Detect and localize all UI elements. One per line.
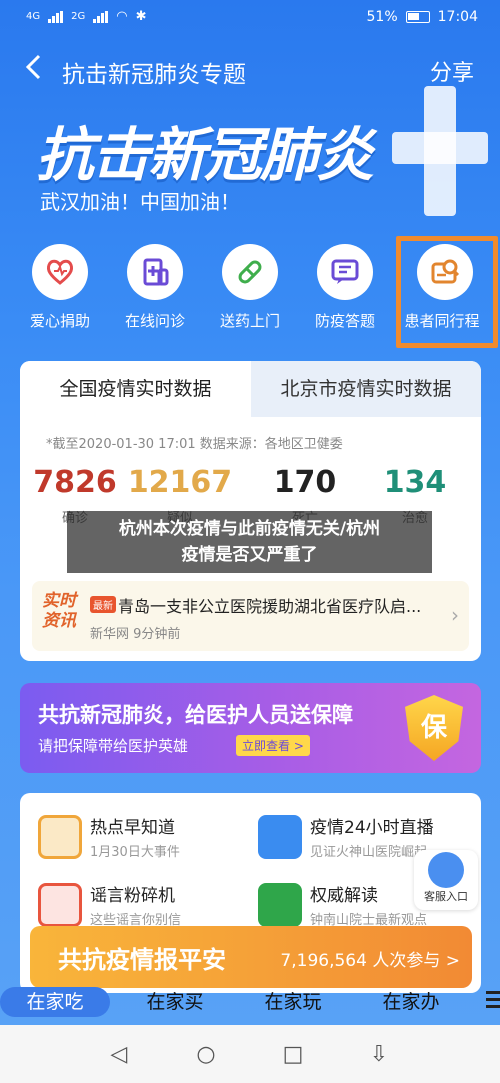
bluetooth-icon: ✱: [135, 9, 147, 24]
report-safe-bar[interactable]: 共抗疫情报平安 7,196,564 人次参与 >: [30, 926, 472, 988]
network-type-2: 2G: [71, 11, 86, 22]
tab-shop-at-home[interactable]: 在家买: [120, 987, 230, 1017]
battery-percent: 51%: [366, 9, 398, 25]
back-triangle-icon[interactable]: ◁: [106, 1042, 132, 1068]
recents-square-icon[interactable]: □: [280, 1042, 306, 1068]
status-bar: 4G 2G ◠ ✱ 51% 17:04: [0, 0, 500, 36]
system-navigation-bar: ◁ ○ □ ⇩: [0, 1025, 500, 1083]
hot-news-icon: [38, 815, 82, 859]
service-agent-icon: [428, 852, 464, 888]
rumor-icon: [38, 883, 82, 927]
hero-subtitle: 武汉加油！中国加油！: [40, 190, 240, 214]
network-type-1: 4G: [26, 11, 41, 22]
feature-desc: 1月30日大事件: [90, 845, 180, 860]
feature-title: 谣言粉碎机: [90, 886, 175, 906]
feature-title: 热点早知道: [90, 818, 175, 838]
hero-banner: 抗击新冠肺炎 武汉加油！中国加油！: [0, 86, 500, 224]
live-video-icon: [258, 815, 302, 859]
download-icon[interactable]: ⇩: [366, 1042, 392, 1068]
pill-icon: [222, 244, 278, 300]
heart-icon: [32, 244, 88, 300]
signal-icon-2: [93, 10, 109, 23]
tab-national-data[interactable]: 全国疫情实时数据: [20, 361, 251, 417]
medical-cross-icon: [392, 86, 488, 216]
stat-cured: 134: [383, 465, 447, 500]
overlay-line-2: 疫情是否又严重了: [181, 545, 318, 565]
quick-item-quiz[interactable]: 防疫答题: [295, 244, 395, 331]
home-circle-icon[interactable]: ○: [193, 1042, 219, 1068]
overlay-caption: 杭州本次疫情与此前疫情无关/杭州 疫情是否又严重了: [67, 511, 432, 573]
quiz-icon: [317, 244, 373, 300]
feature-hot-news[interactable]: 热点早知道 1月30日大事件: [38, 811, 258, 871]
news-row[interactable]: 实时资讯 最新 青岛一支非公立医院援助湖北省医疗队启... 新华网 9分钟前 ›: [32, 581, 469, 651]
clinic-icon: [127, 244, 183, 300]
screen: 4G 2G ◠ ✱ 51% 17:04 抗击新冠肺炎专题 分享 抗击新冠肺炎 武…: [0, 0, 500, 1083]
stat-deaths: 170: [273, 465, 337, 500]
hero-title: 抗击新冠肺炎: [36, 121, 374, 189]
wifi-icon: ◠: [116, 9, 128, 24]
customer-service-button[interactable]: 客服入口: [414, 850, 478, 910]
tab-eat-at-home[interactable]: 在家吃: [0, 987, 110, 1017]
chevron-right-icon: ›: [451, 603, 459, 627]
news-title: 青岛一支非公立医院援助湖北省医疗队启...: [118, 597, 422, 616]
quick-item-label: 在线问诊: [124, 312, 185, 330]
expert-icon: [258, 883, 302, 927]
quick-item-delivery[interactable]: 送药上门: [200, 244, 300, 331]
shield-icon: 保: [405, 695, 463, 761]
insurance-subtitle: 请把保障带给医护英雄: [38, 737, 189, 755]
signal-icon: [48, 10, 64, 23]
bottom-tabs: 在家吃 在家买 在家玩 在家办: [0, 985, 500, 1021]
view-now-button[interactable]: 立即查看 >: [236, 735, 310, 756]
quick-item-clinic[interactable]: 在线问诊: [105, 244, 205, 331]
page-title: 抗击新冠肺炎专题: [62, 62, 246, 88]
news-badge: 最新: [90, 596, 116, 613]
stat-suspected: 12167: [127, 465, 233, 500]
quick-item-label: 送药上门: [219, 312, 280, 330]
back-button[interactable]: [18, 54, 50, 86]
feature-title: 权威解读: [310, 886, 378, 906]
service-label: 客服入口: [424, 890, 468, 903]
share-button[interactable]: 分享: [430, 55, 474, 87]
stat-confirmed: 7826: [33, 465, 117, 500]
report-title: 共抗疫情报平安: [58, 946, 226, 974]
tab-work-at-home[interactable]: 在家办: [356, 987, 466, 1017]
feature-desc: 见证火神山医院崛起: [310, 845, 428, 860]
quick-item-donate[interactable]: 爱心捐助: [10, 244, 110, 331]
chevron-left-icon: [25, 54, 41, 80]
tab-play-at-home[interactable]: 在家玩: [238, 987, 348, 1017]
news-tag: 实时资讯: [42, 591, 76, 631]
insurance-title: 共抗新冠肺炎，给医护人员送保障: [38, 703, 353, 727]
tab-beijing-data[interactable]: 北京市疫情实时数据: [251, 361, 481, 417]
news-meta: 新华网 9分钟前: [90, 627, 181, 642]
quick-item-label: 防疫答题: [314, 312, 375, 330]
quick-item-label: 爱心捐助: [29, 312, 90, 330]
insurance-banner[interactable]: 共抗新冠肺炎，给医护人员送保障 请把保障带给医护英雄 立即查看 > 保: [20, 683, 481, 773]
menu-icon[interactable]: [486, 991, 500, 1013]
feature-title: 疫情24小时直播: [310, 818, 434, 838]
highlight-box: [396, 236, 498, 348]
update-note: *截至2020-01-30 17:01 数据来源：各地区卫健委: [46, 437, 343, 452]
overlay-line-1: 杭州本次疫情与此前疫情无关/杭州: [118, 519, 381, 539]
battery-icon: [405, 11, 430, 23]
clock: 17:04: [437, 9, 478, 25]
report-count: 7,196,564 人次参与 >: [280, 951, 460, 971]
